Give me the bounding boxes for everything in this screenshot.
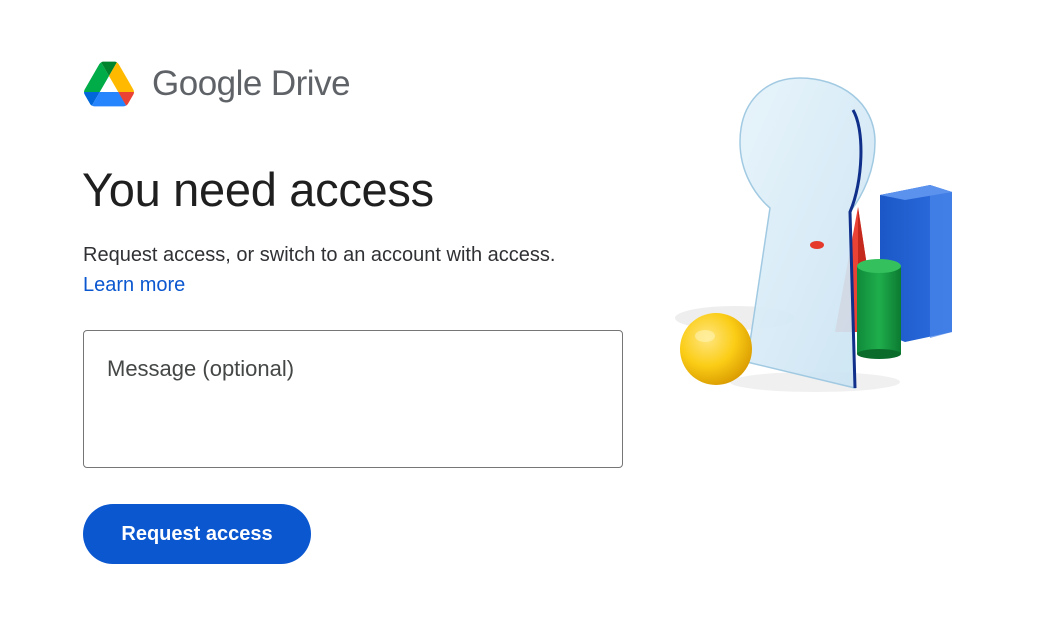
access-description: Request access, or switch to an account … [83,244,556,266]
brand-product: Drive [270,64,351,103]
google-drive-logo-icon [84,61,134,107]
request-access-button[interactable]: Request access [83,504,311,564]
keyhole-shapes-illustration [675,77,952,392]
brand-company: Google [152,64,262,103]
page-title: You need access [82,163,434,216]
brand-name: Google Drive [152,64,351,104]
brand-header: Google Drive [84,60,351,108]
message-field[interactable] [83,330,623,468]
learn-more-link[interactable]: Learn more [83,272,185,298]
